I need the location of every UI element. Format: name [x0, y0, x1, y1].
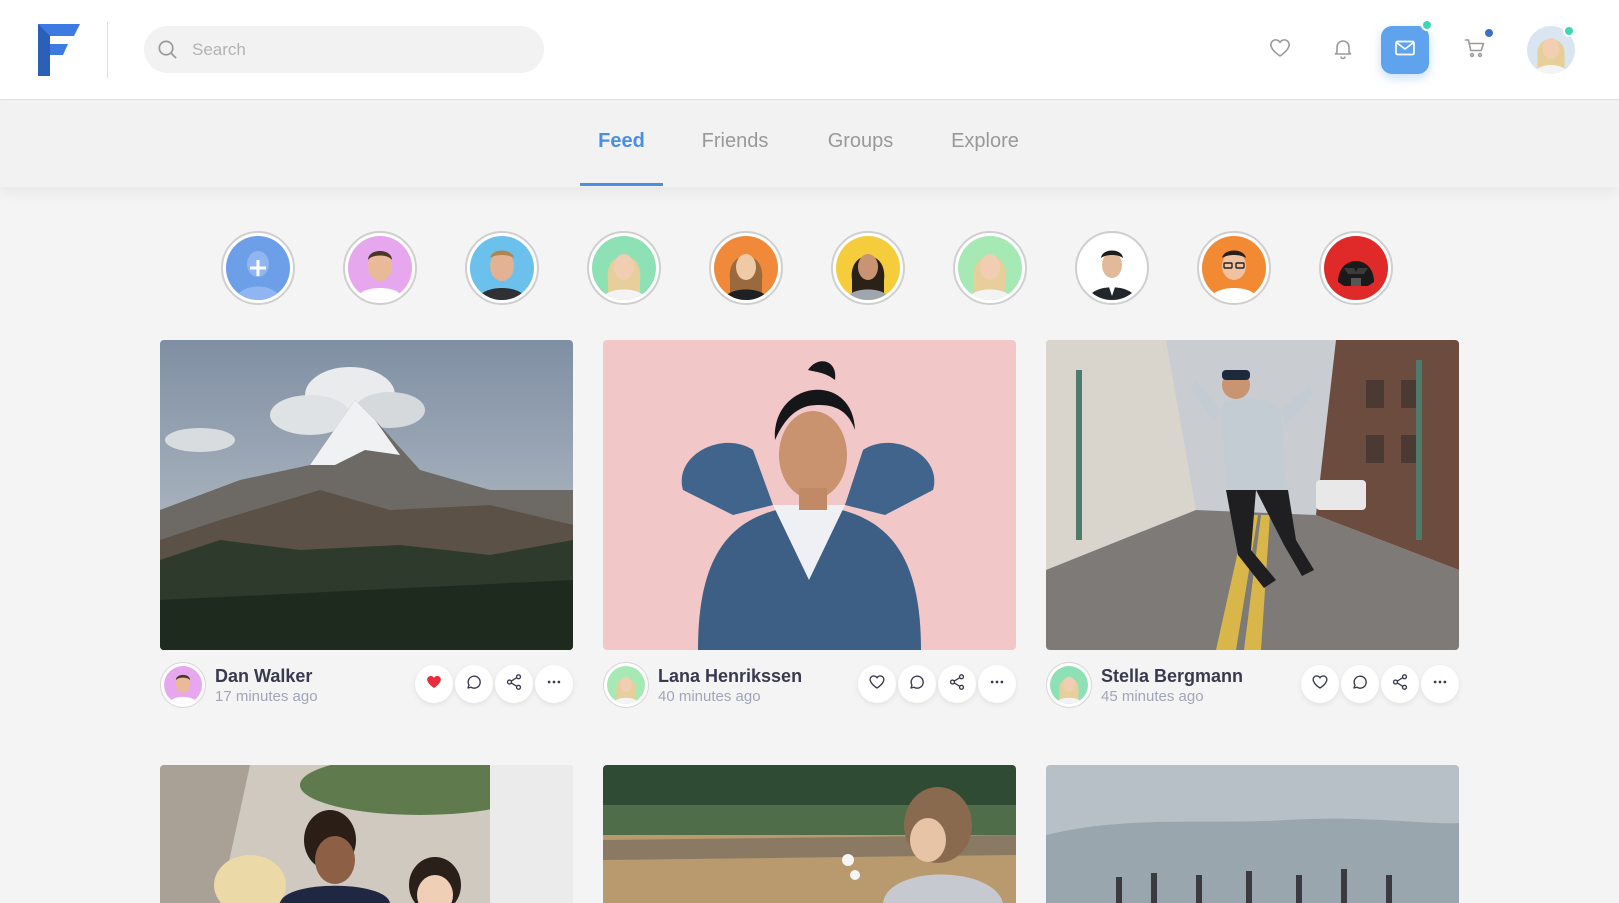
top-bar: [0, 0, 1619, 100]
post-time: 45 minutes ago: [1101, 688, 1204, 705]
tab-feed[interactable]: Feed: [580, 100, 663, 187]
app-logo[interactable]: [38, 24, 80, 76]
logo-divider: [107, 22, 108, 78]
more-button[interactable]: [1421, 665, 1459, 703]
post-time: 40 minutes ago: [658, 688, 761, 705]
story-avatar[interactable]: [831, 231, 905, 305]
story-avatar[interactable]: [953, 231, 1027, 305]
comment-button[interactable]: [1341, 665, 1379, 703]
story-avatar[interactable]: [1197, 231, 1271, 305]
more-button[interactable]: [535, 665, 573, 703]
post-image[interactable]: [1046, 765, 1459, 903]
story-avatar[interactable]: [709, 231, 783, 305]
more-button[interactable]: [978, 665, 1016, 703]
share-icon: [1391, 673, 1409, 696]
share-button[interactable]: [1381, 665, 1419, 703]
mail-icon: [1393, 36, 1417, 65]
post-meta: Stella Bergmann 45 minutes ago: [1046, 662, 1459, 708]
post-image[interactable]: [603, 340, 1016, 650]
post-image[interactable]: [1046, 340, 1459, 650]
story-add[interactable]: [221, 231, 295, 305]
bell-icon: [1331, 36, 1355, 65]
comment-button[interactable]: [455, 665, 493, 703]
comment-icon: [908, 673, 926, 696]
author-avatar[interactable]: [1046, 662, 1092, 708]
share-button[interactable]: [938, 665, 976, 703]
more-dots-icon: [1431, 673, 1449, 696]
notifications-button[interactable]: [1323, 30, 1363, 70]
author-name[interactable]: Lana Henrikssen: [658, 666, 802, 687]
share-button[interactable]: [495, 665, 533, 703]
heart-icon: [1268, 36, 1292, 65]
story-avatar[interactable]: [1319, 231, 1393, 305]
messages-button[interactable]: [1381, 26, 1429, 74]
cart-icon: [1463, 36, 1487, 65]
search-bar[interactable]: [144, 26, 544, 73]
author-name[interactable]: Stella Bergmann: [1101, 666, 1243, 687]
feed-navigation: Feed Friends Groups Explore: [0, 100, 1619, 187]
tab-groups[interactable]: Groups: [818, 100, 903, 187]
story-avatar[interactable]: [465, 231, 539, 305]
profile-online-dot: [1563, 25, 1575, 37]
active-tab-indicator: [580, 183, 663, 186]
author-name[interactable]: Dan Walker: [215, 666, 312, 687]
tab-explore[interactable]: Explore: [940, 100, 1030, 187]
share-icon: [948, 673, 966, 696]
likes-button[interactable]: [1260, 30, 1300, 70]
story-avatar[interactable]: [587, 231, 661, 305]
search-input[interactable]: [192, 26, 532, 73]
post-time: 17 minutes ago: [215, 688, 318, 705]
search-icon: [156, 38, 179, 61]
post-image[interactable]: [603, 765, 1016, 903]
comment-icon: [465, 673, 483, 696]
heart-icon: [868, 673, 886, 696]
tab-friends[interactable]: Friends: [690, 100, 780, 187]
heart-icon: [1311, 673, 1329, 696]
more-dots-icon: [545, 673, 563, 696]
cart-badge-dot: [1483, 27, 1495, 39]
post-image[interactable]: [160, 340, 573, 650]
post-image[interactable]: [160, 765, 573, 903]
story-avatar[interactable]: [1075, 231, 1149, 305]
post-meta: Dan Walker 17 minutes ago: [160, 662, 573, 708]
messages-online-dot: [1421, 19, 1433, 31]
share-icon: [505, 673, 523, 696]
heart-filled-icon: [425, 673, 443, 696]
post-meta: Lana Henrikssen 40 minutes ago: [603, 662, 1016, 708]
comment-icon: [1351, 673, 1369, 696]
like-button[interactable]: [1301, 665, 1339, 703]
story-avatar[interactable]: [343, 231, 417, 305]
more-dots-icon: [988, 673, 1006, 696]
author-avatar[interactable]: [603, 662, 649, 708]
author-avatar[interactable]: [160, 662, 206, 708]
comment-button[interactable]: [898, 665, 936, 703]
like-button[interactable]: [858, 665, 896, 703]
like-button[interactable]: [415, 665, 453, 703]
